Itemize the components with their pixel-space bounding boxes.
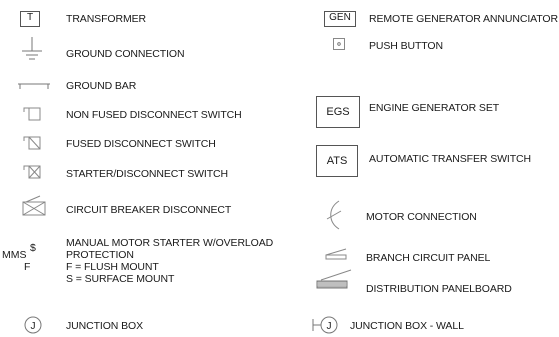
- junction-box-icon: J: [24, 316, 42, 334]
- fused-disconnect-label: FUSED DISCONNECT SWITCH: [66, 138, 216, 150]
- non-fused-disconnect-icon: [23, 107, 41, 121]
- manual-motor-starter-line1: MANUAL MOTOR STARTER W/OVERLOAD: [66, 237, 274, 249]
- mms-dollar-text: $: [30, 242, 36, 254]
- ats-symbol: ATS: [316, 145, 358, 177]
- fused-disconnect-icon: [23, 136, 41, 150]
- junction-box-wall-letter: J: [327, 321, 332, 332]
- branch-circuit-panel-icon: [324, 246, 348, 260]
- motor-connection-label: MOTOR CONNECTION: [366, 211, 477, 223]
- distribution-panelboard-icon: [313, 268, 355, 290]
- egs-symbol: EGS: [316, 96, 360, 128]
- manual-motor-starter-line2: PROTECTION: [66, 249, 134, 261]
- ground-connection-label: GROUND CONNECTION: [66, 48, 185, 60]
- ground-bar-icon: [18, 82, 50, 90]
- transformer-label: TRANSFORMER: [66, 13, 146, 25]
- gen-symbol: GEN: [324, 11, 356, 27]
- circuit-breaker-disconnect-label: CIRCUIT BREAKER DISCONNECT: [66, 204, 232, 216]
- automatic-transfer-switch-label: AUTOMATIC TRANSFER SWITCH: [369, 153, 532, 165]
- junction-box-wall-label: JUNCTION BOX - WALL: [350, 320, 464, 332]
- push-button-icon: [333, 38, 345, 50]
- starter-disconnect-icon: [23, 165, 41, 179]
- transformer-symbol-text: T: [26, 12, 34, 23]
- transformer-symbol: T: [20, 11, 40, 27]
- remote-generator-annunciator-label: REMOTE GENERATOR ANNUNCIATOR: [369, 13, 558, 25]
- gen-symbol-text: GEN: [329, 12, 351, 23]
- engine-generator-set-label: ENGINE GENERATOR SET: [369, 102, 500, 114]
- manual-motor-starter-line3: F = FLUSH MOUNT: [66, 261, 159, 273]
- manual-motor-starter-line4: S = SURFACE MOUNT: [66, 273, 175, 285]
- mms-text: MMS: [2, 249, 27, 261]
- junction-box-letter: J: [31, 321, 36, 332]
- ground-bar-label: GROUND BAR: [66, 80, 137, 92]
- junction-box-label: JUNCTION BOX: [66, 320, 143, 332]
- ats-symbol-text: ATS: [326, 155, 348, 167]
- ground-icon: [22, 37, 42, 63]
- mms-f-text: F: [24, 261, 31, 273]
- non-fused-disconnect-label: NON FUSED DISCONNECT SWITCH: [66, 109, 242, 121]
- starter-disconnect-label: STARTER/DISCONNECT SWITCH: [66, 168, 229, 180]
- motor-connection-icon: [326, 200, 344, 230]
- egs-symbol-text: EGS: [326, 106, 350, 118]
- junction-box-wall-icon: J: [312, 316, 342, 334]
- circuit-breaker-disconnect-icon: [22, 195, 48, 216]
- manual-motor-starter-symbol: MMS $ F: [2, 240, 42, 273]
- distribution-panelboard-label: DISTRIBUTION PANELBOARD: [366, 283, 512, 295]
- branch-circuit-panel-label: BRANCH CIRCUIT PANEL: [366, 252, 491, 264]
- push-button-label: PUSH BUTTON: [369, 40, 443, 52]
